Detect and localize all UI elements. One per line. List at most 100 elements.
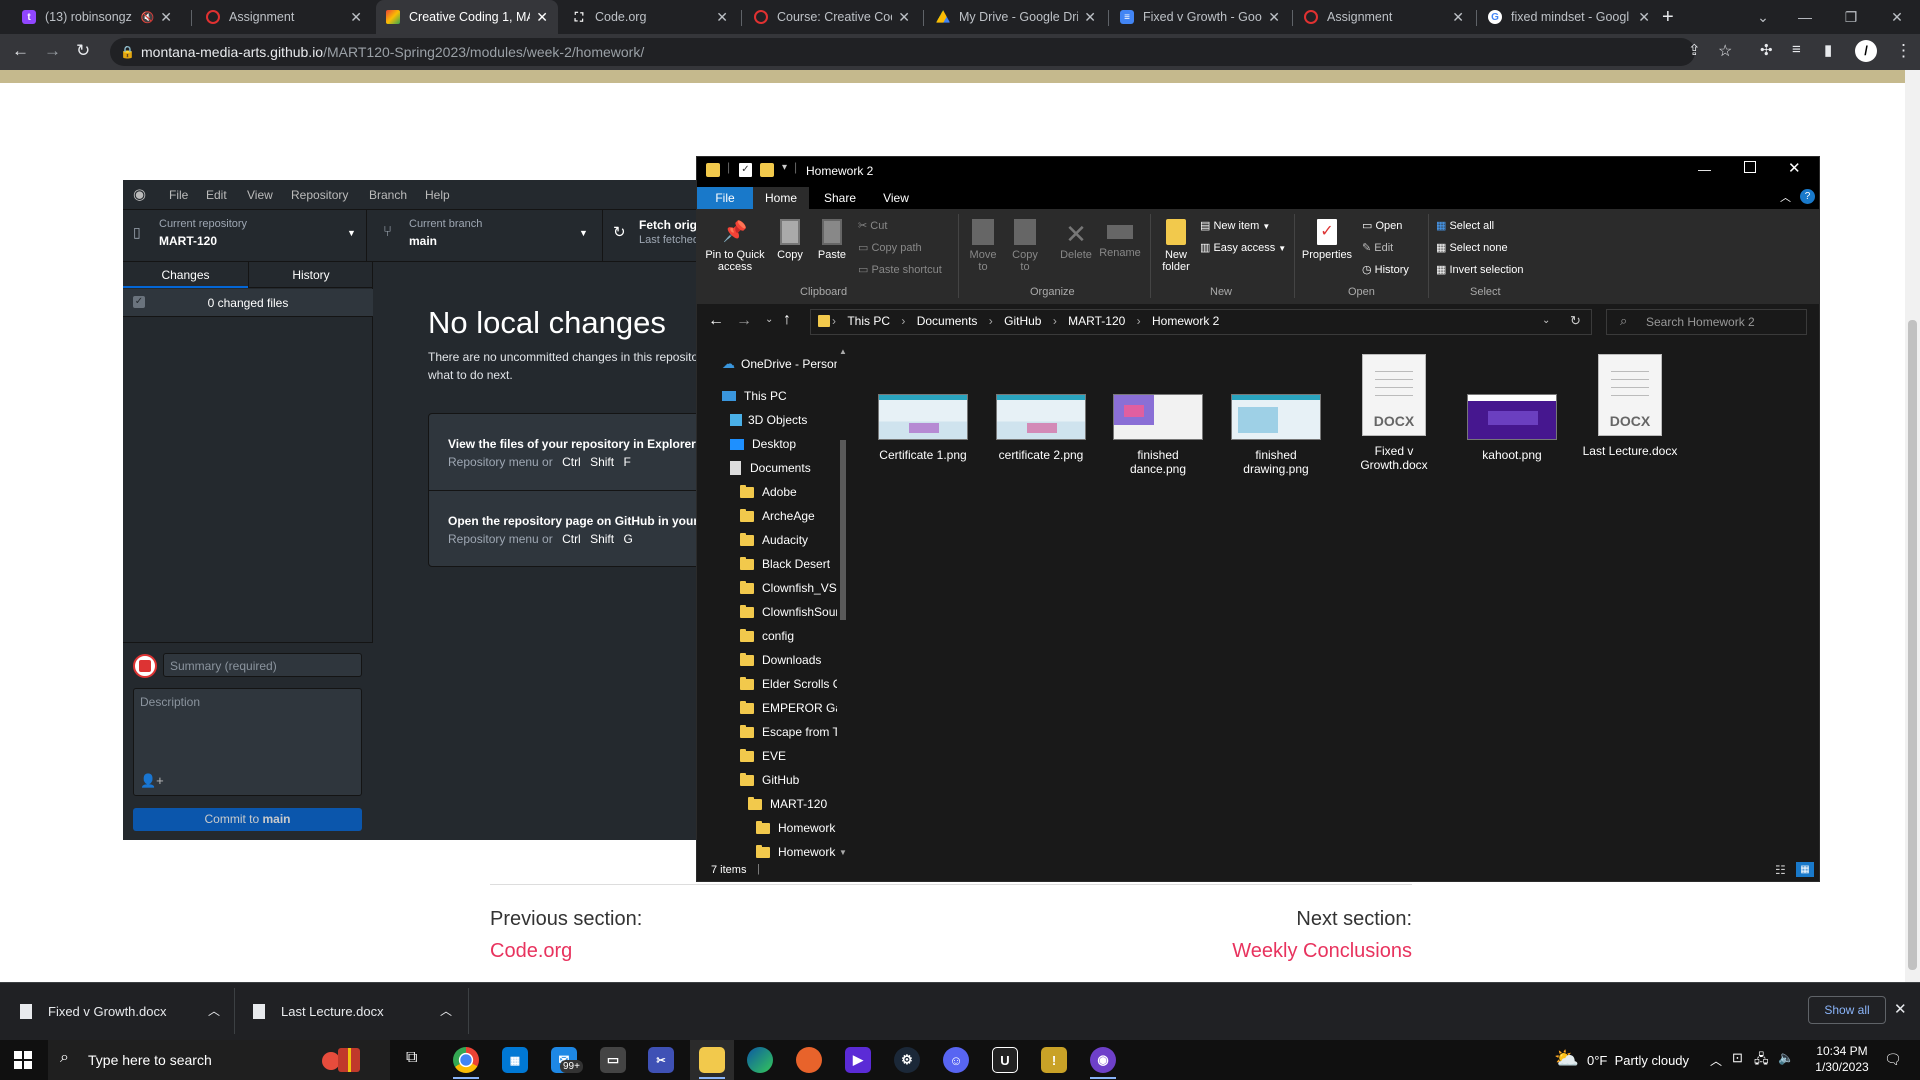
recent-locations-icon[interactable]: ⌄: [765, 314, 773, 325]
close-icon[interactable]: ✕: [160, 9, 172, 26]
nav-desktop[interactable]: Desktop: [697, 432, 837, 456]
bookmark-star-icon[interactable]: ☆: [1718, 41, 1732, 61]
nav-folder[interactable]: MART-120: [697, 792, 837, 816]
add-coauthor-icon[interactable]: 👤+: [140, 773, 164, 789]
close-downloads-icon[interactable]: ✕: [1894, 1000, 1907, 1018]
nav-folder[interactable]: Escape from Ta: [697, 720, 837, 744]
unity-icon[interactable]: U: [992, 1047, 1018, 1073]
file-item[interactable]: finished dance.png: [1100, 354, 1216, 476]
maximize-icon[interactable]: [1744, 161, 1756, 173]
ribbon-tab-view[interactable]: View: [868, 187, 924, 209]
previous-section-link[interactable]: Code.org: [490, 940, 572, 963]
summary-input[interactable]: Summary (required): [163, 653, 362, 677]
file-item[interactable]: certificate 2.png: [983, 354, 1099, 462]
breadcrumb-homework2[interactable]: Homework 2: [1152, 314, 1219, 328]
volume-icon[interactable]: 🔈: [1778, 1050, 1794, 1066]
media-queue-icon[interactable]: ≡: [1792, 41, 1801, 58]
close-icon[interactable]: ✕: [1638, 9, 1650, 26]
back-icon[interactable]: ←: [12, 41, 29, 61]
ribbon-tab-home[interactable]: Home: [753, 187, 809, 209]
origin-icon[interactable]: [796, 1047, 822, 1073]
tab-google-drive[interactable]: My Drive - Google Dri ✕: [926, 0, 1106, 34]
tab-twitch[interactable]: t (13) robinsongz - 🔇 ✕: [12, 0, 182, 34]
copy-path-button[interactable]: ▭ Copy path: [858, 241, 922, 254]
large-icons-view-icon[interactable]: ▦: [1796, 862, 1814, 877]
side-panel-icon[interactable]: ▮: [1824, 41, 1832, 59]
app-icon[interactable]: ▶: [845, 1047, 871, 1073]
weather-widget[interactable]: 0°F Partly cloudy: [1587, 1053, 1689, 1068]
close-icon[interactable]: ✕: [716, 9, 728, 26]
download-item[interactable]: Last Lecture.docx: [253, 996, 453, 1026]
notifications-icon[interactable]: 🗨: [1884, 1051, 1902, 1068]
chrome-icon[interactable]: [453, 1047, 479, 1073]
github-desktop-icon[interactable]: ◉: [1090, 1047, 1116, 1073]
file-item[interactable]: DOCX Last Lecture.docx: [1572, 354, 1688, 458]
new-folder-qat-icon[interactable]: [760, 163, 774, 177]
chevron-up-icon[interactable]: ︿: [208, 1002, 220, 1019]
tab-creative-coding[interactable]: Creative Coding 1, MA ✕: [376, 0, 558, 34]
new-tab-icon[interactable]: +: [1662, 6, 1674, 29]
nav-folder[interactable]: Downloads: [697, 648, 837, 672]
forward-icon[interactable]: →: [736, 312, 752, 330]
tab-assignment-2[interactable]: Assignment ✕: [1294, 0, 1474, 34]
scroll-down-icon[interactable]: ▼: [839, 848, 847, 857]
nav-folder[interactable]: Homework: [697, 816, 837, 840]
menu-repository[interactable]: Repository: [291, 188, 348, 202]
back-icon[interactable]: ←: [708, 312, 724, 330]
app-icon[interactable]: ▭: [600, 1047, 626, 1073]
file-item[interactable]: kahoot.png: [1454, 354, 1570, 462]
collapse-ribbon-icon[interactable]: ︿: [1780, 189, 1791, 205]
nav-folder[interactable]: Elder Scrolls Or: [697, 672, 837, 696]
copy-to-button[interactable]: Copy to: [1008, 219, 1042, 273]
nav-folder[interactable]: ClownfishSour: [697, 600, 837, 624]
close-window-icon[interactable]: ✕: [1874, 0, 1920, 34]
profile-avatar[interactable]: /: [1855, 40, 1877, 62]
open-on-github-title[interactable]: Open the repository page on GitHub in yo…: [448, 514, 698, 528]
delete-button[interactable]: ✕ Delete: [1056, 219, 1096, 261]
share-icon[interactable]: ⇪: [1688, 41, 1701, 59]
file-item[interactable]: Certificate 1.png: [865, 354, 981, 462]
steam-icon[interactable]: ⚙: [894, 1047, 920, 1073]
pin-to-quick-access-button[interactable]: 📌 Pin to Quick access: [704, 219, 766, 273]
tab-search-chevron-icon[interactable]: ⌄: [1740, 0, 1786, 34]
close-icon[interactable]: ✕: [1452, 9, 1464, 26]
commit-button[interactable]: Commit to main: [133, 808, 362, 831]
nav-folder[interactable]: EMPEROR Gam: [697, 696, 837, 720]
muted-speaker-icon[interactable]: 🔇: [141, 11, 155, 24]
forward-icon[interactable]: →: [44, 41, 61, 61]
nav-folder[interactable]: Clownfish_VST: [697, 576, 837, 600]
breadcrumb-mart120[interactable]: MART-120: [1068, 314, 1125, 328]
rename-button[interactable]: Rename: [1098, 219, 1142, 259]
breadcrumb-documents[interactable]: Documents: [917, 314, 978, 328]
nav-folder[interactable]: Black Desert: [697, 552, 837, 576]
app-icon[interactable]: !: [1041, 1047, 1067, 1073]
tray-chevron-up-icon[interactable]: ︿: [1710, 1052, 1722, 1069]
address-dropdown-icon[interactable]: ⌄: [1542, 315, 1550, 326]
customize-qat-icon[interactable]: ▾: [782, 162, 787, 173]
close-icon[interactable]: ✕: [898, 9, 910, 26]
network-icon[interactable]: 🖧: [1754, 1050, 1769, 1072]
file-explorer-icon[interactable]: [699, 1047, 725, 1073]
up-icon[interactable]: ↑: [783, 311, 791, 329]
tab-history[interactable]: History: [248, 262, 373, 288]
edge-icon[interactable]: [747, 1047, 773, 1073]
tab-course[interactable]: Course: Creative Codi ✕: [744, 0, 920, 34]
breadcrumb-this-pc[interactable]: This PC: [847, 314, 890, 328]
properties-qat-icon[interactable]: ✓: [739, 163, 752, 177]
next-section-link[interactable]: Weekly Conclusions: [1220, 940, 1412, 963]
new-folder-button[interactable]: New folder: [1156, 219, 1196, 273]
show-all-button[interactable]: Show all: [1808, 996, 1886, 1024]
file-item[interactable]: finished drawing.png: [1218, 354, 1334, 476]
microsoft-store-icon[interactable]: ▦: [502, 1047, 528, 1073]
nav-folder[interactable]: ArcheAge: [697, 504, 837, 528]
properties-button[interactable]: ✓ Properties: [1300, 219, 1354, 261]
edit-button[interactable]: ✎ Edit: [1362, 241, 1393, 254]
open-button[interactable]: ▭ Open: [1362, 219, 1402, 232]
ribbon-tab-file[interactable]: File: [697, 187, 753, 209]
reload-icon[interactable]: ↻: [76, 41, 90, 61]
paste-shortcut-button[interactable]: ▭ Paste shortcut: [858, 263, 942, 276]
tab-codeorg[interactable]: ⛶ Code.org ✕: [562, 0, 738, 34]
lock-icon[interactable]: 🔒: [120, 45, 135, 59]
copy-button[interactable]: Copy: [773, 219, 807, 261]
nav-folder[interactable]: config: [697, 624, 837, 648]
